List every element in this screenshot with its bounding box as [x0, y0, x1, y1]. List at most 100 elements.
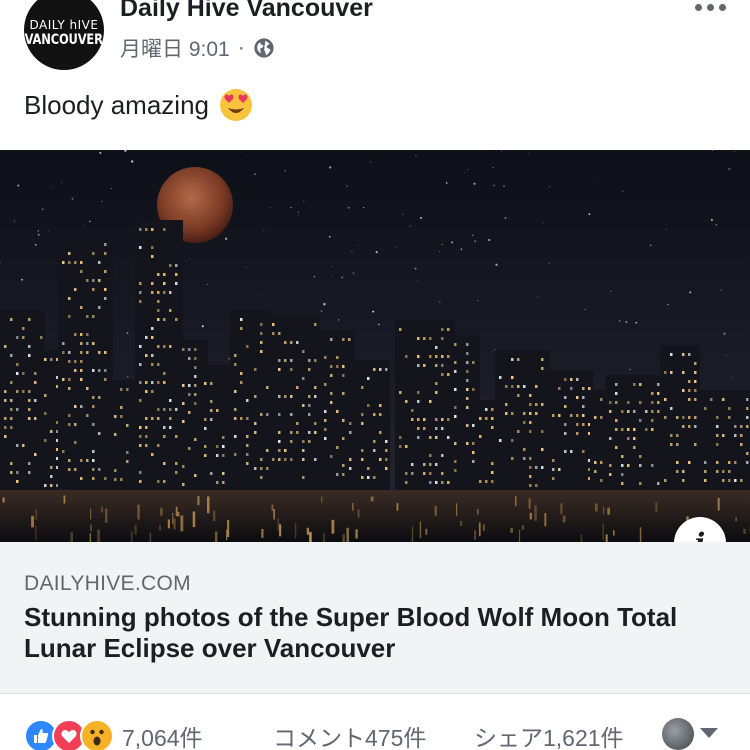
shares-count[interactable]: シェア1,621件 — [474, 719, 624, 750]
window-light — [104, 270, 107, 273]
window-light — [92, 252, 95, 255]
window-light — [472, 460, 475, 463]
page-avatar[interactable]: DAILY hIVE VANCOUVER — [24, 0, 104, 70]
link-preview-image[interactable] — [0, 150, 750, 542]
window-light — [342, 338, 345, 341]
window-light — [734, 461, 737, 464]
window-light — [704, 407, 707, 410]
window-light — [423, 472, 426, 475]
post-timestamp[interactable]: 月曜日 9:01 — [120, 33, 230, 63]
window-light — [104, 288, 107, 291]
window-light — [324, 419, 327, 422]
window-light — [68, 252, 71, 255]
window-light — [385, 458, 388, 461]
window-light — [330, 365, 333, 368]
light-reflection — [306, 527, 309, 535]
window-light — [104, 369, 107, 372]
light-reflection — [743, 528, 746, 534]
star — [445, 182, 448, 184]
window-light — [74, 405, 77, 408]
window-light — [746, 452, 749, 455]
star — [689, 291, 692, 294]
window-light — [361, 476, 364, 479]
window-light — [688, 380, 691, 383]
window-light — [314, 458, 317, 461]
window-light — [157, 309, 160, 312]
star — [492, 166, 494, 169]
chevron-down-icon[interactable] — [700, 728, 718, 738]
comments-count[interactable]: コメント475件 — [273, 719, 426, 750]
star — [258, 294, 260, 296]
viewer-avatar[interactable] — [662, 718, 694, 750]
window-light — [120, 478, 123, 481]
window-light — [139, 363, 142, 366]
link-preview-box[interactable]: DAILYHIVE.COM Stunning photos of the Sup… — [0, 542, 750, 694]
building — [58, 235, 113, 495]
star — [263, 230, 265, 231]
star — [290, 206, 292, 208]
window-light — [664, 398, 667, 401]
window-light — [16, 471, 19, 474]
window-light — [349, 458, 352, 461]
window-light — [324, 437, 327, 440]
window-light — [163, 345, 166, 348]
star — [501, 150, 503, 152]
star — [369, 161, 372, 163]
window-light — [728, 461, 731, 464]
window-light — [511, 385, 514, 388]
light-reflection — [90, 524, 92, 532]
window-light — [564, 423, 567, 426]
light-reflection — [419, 521, 422, 539]
window-light — [86, 333, 89, 336]
window-light — [682, 416, 685, 419]
window-light — [688, 353, 691, 356]
star — [329, 166, 332, 169]
window-light — [582, 387, 585, 390]
window-light — [86, 342, 89, 345]
window-light — [92, 396, 95, 399]
reactions-summary[interactable]: 7,064件 — [24, 716, 203, 750]
star — [588, 213, 591, 216]
window-light — [28, 417, 31, 420]
window-light — [570, 387, 573, 390]
window-light — [633, 410, 636, 413]
window-light — [157, 363, 160, 366]
window-light — [491, 417, 494, 420]
light-reflection — [294, 523, 297, 539]
star — [297, 211, 300, 214]
window-light — [651, 419, 654, 422]
light-reflection — [607, 507, 610, 515]
link-title[interactable]: Stunning photos of the Super Blood Wolf … — [24, 602, 704, 664]
window-light — [535, 412, 538, 415]
page-name[interactable]: Daily Hive Vancouver — [120, 0, 373, 23]
more-dots-icon[interactable] — [695, 4, 726, 11]
star — [667, 303, 669, 306]
window-light — [290, 458, 293, 461]
window-light — [145, 435, 148, 438]
star — [490, 151, 492, 153]
star — [367, 278, 369, 280]
window-light — [302, 476, 305, 479]
window-light — [342, 365, 345, 368]
window-light — [188, 348, 191, 351]
window-light — [694, 425, 697, 428]
window-light — [157, 291, 160, 294]
star — [464, 172, 466, 174]
window-light — [454, 460, 457, 463]
window-light — [541, 403, 544, 406]
star — [401, 213, 404, 215]
light-reflection — [478, 522, 481, 537]
window-light — [676, 443, 679, 446]
light-reflection — [105, 508, 108, 523]
window-light — [411, 409, 414, 412]
window-light — [260, 458, 263, 461]
light-reflection — [226, 529, 228, 541]
window-light — [284, 458, 287, 461]
window-light — [92, 423, 95, 426]
light-reflection — [355, 529, 358, 539]
window-light — [716, 461, 719, 464]
window-light — [4, 435, 7, 438]
window-light — [98, 279, 101, 282]
window-light — [98, 432, 101, 435]
window-light — [582, 405, 585, 408]
